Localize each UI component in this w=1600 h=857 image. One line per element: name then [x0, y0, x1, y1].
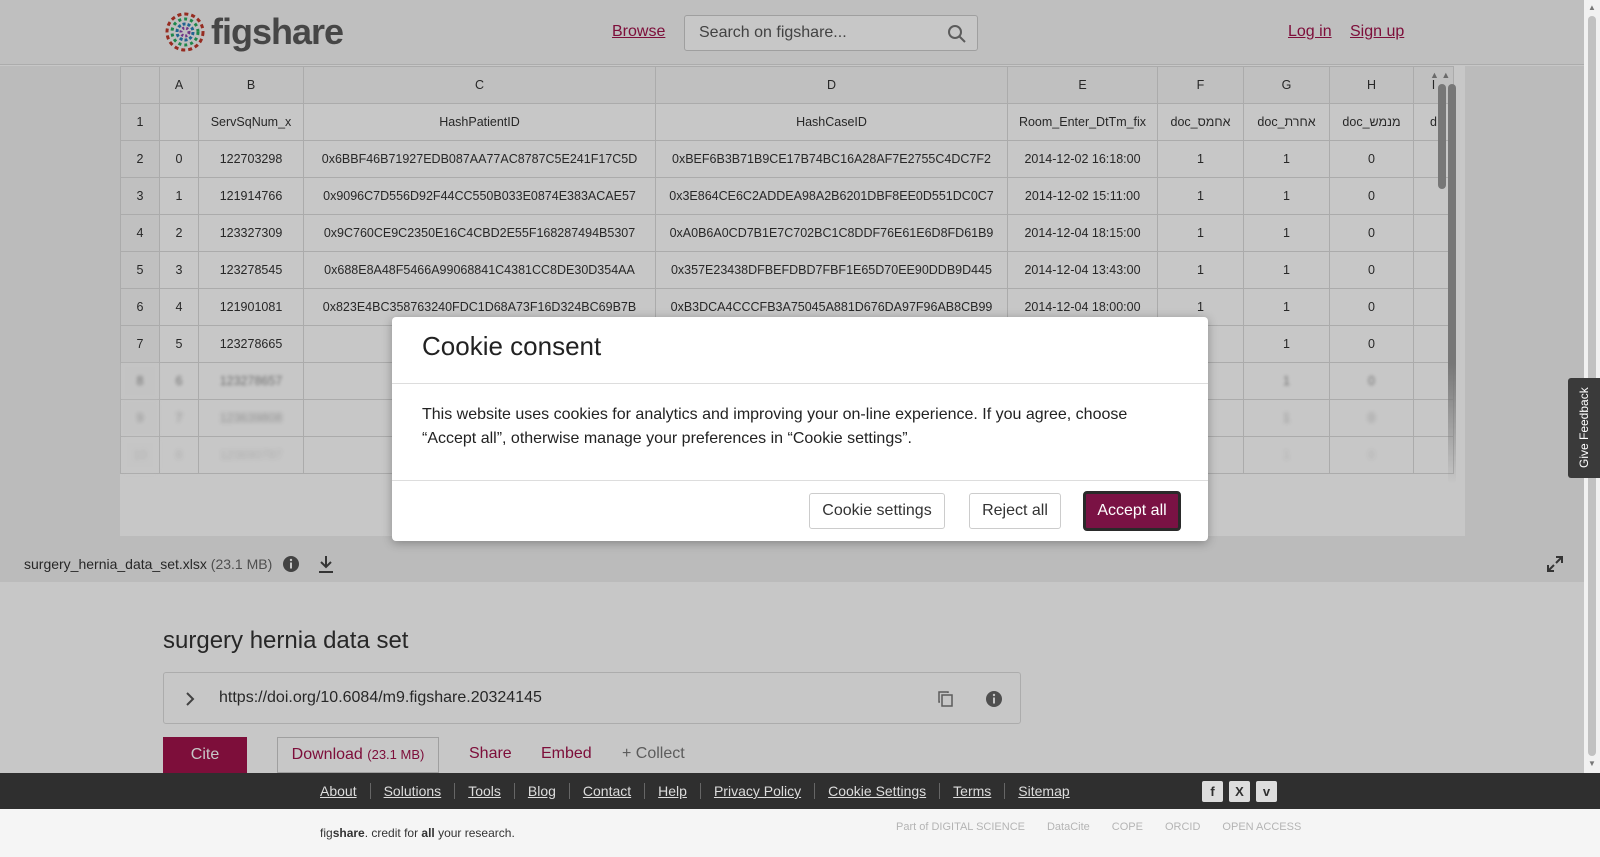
- footer-nav: About Solutions Tools Blog Contact Help …: [0, 773, 1600, 809]
- cookie-settings-button[interactable]: Cookie settings: [809, 493, 945, 529]
- footer-link-solutions[interactable]: Solutions: [371, 783, 456, 799]
- footer-link-terms[interactable]: Terms: [940, 783, 1006, 799]
- vimeo-icon[interactable]: v: [1256, 781, 1277, 802]
- divider: [392, 383, 1208, 384]
- tagline-brand: share: [332, 826, 365, 840]
- datacite-logo[interactable]: DataCite: [1047, 821, 1090, 833]
- digital-science-logo[interactable]: Part of DIGITAL SCIENCE: [896, 821, 1025, 833]
- tagline-part: your research.: [434, 826, 515, 840]
- footer-tagline: figshare. credit for all your research.: [320, 826, 515, 840]
- social-links: f X v: [1202, 781, 1277, 802]
- accept-all-button[interactable]: Accept all: [1083, 491, 1181, 531]
- divider: [392, 480, 1208, 481]
- tagline-emphasis: all: [421, 826, 435, 840]
- scroll-up-icon[interactable]: ▲: [1588, 3, 1596, 12]
- tagline-part: fig: [320, 826, 333, 840]
- give-feedback-tab[interactable]: Give Feedback: [1568, 378, 1600, 478]
- footer-link-privacy[interactable]: Privacy Policy: [701, 783, 816, 799]
- footer-link-blog[interactable]: Blog: [515, 783, 570, 799]
- footer-link-sitemap[interactable]: Sitemap: [1005, 783, 1082, 799]
- cookie-dialog-body: This website uses cookies for analytics …: [422, 406, 1128, 447]
- footer-link-help[interactable]: Help: [645, 783, 701, 799]
- cookie-consent-dialog: Cookie consent This website uses cookies…: [392, 317, 1208, 541]
- tagline-part: . credit for: [364, 826, 422, 840]
- cope-logo[interactable]: COPE: [1112, 821, 1143, 833]
- footer-link-contact[interactable]: Contact: [570, 783, 646, 799]
- facebook-icon[interactable]: f: [1202, 781, 1223, 802]
- orcid-logo[interactable]: ORCID: [1165, 821, 1200, 833]
- footer-link-tools[interactable]: Tools: [455, 783, 515, 799]
- footer-link-cookie-settings[interactable]: Cookie Settings: [815, 783, 941, 799]
- x-twitter-icon[interactable]: X: [1229, 781, 1250, 802]
- footer-link-about[interactable]: About: [320, 783, 371, 799]
- scroll-down-icon[interactable]: ▼: [1588, 759, 1596, 768]
- partner-logos: Part of DIGITAL SCIENCE DataCite COPE OR…: [896, 821, 1301, 833]
- open-access-logo[interactable]: OPEN ACCESS: [1222, 821, 1301, 833]
- footer-bottom: figshare. credit for all your research. …: [0, 809, 1600, 857]
- footer-links: About Solutions Tools Blog Contact Help …: [320, 783, 1083, 799]
- reject-all-button[interactable]: Reject all: [969, 493, 1061, 529]
- cookie-dialog-title: Cookie consent: [422, 331, 602, 361]
